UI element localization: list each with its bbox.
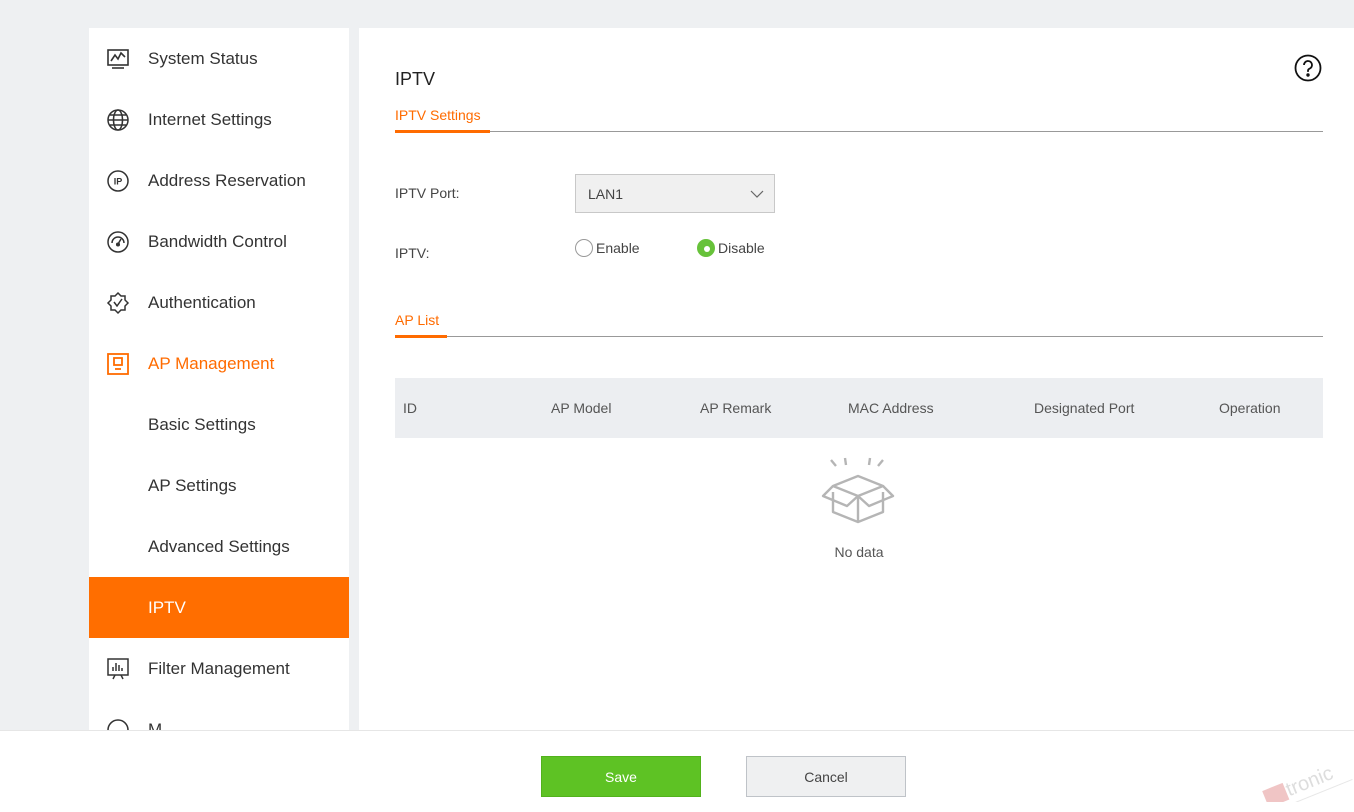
sidebar-item-label: Filter Management	[148, 658, 290, 678]
column-designated-port: Designated Port	[1034, 400, 1135, 416]
footer-bar: Save Cancel	[0, 730, 1354, 812]
column-operation: Operation	[1219, 400, 1281, 416]
cancel-button[interactable]: Cancel	[746, 756, 906, 797]
sidebar-item-advanced-settings[interactable]: Advanced Settings	[89, 516, 349, 577]
sidebar-item-label: Basic Settings	[148, 414, 256, 434]
sidebar-item-label: Address Reservation	[148, 170, 306, 190]
column-mac-address: MAC Address	[848, 400, 934, 416]
question-circle-icon[interactable]	[1294, 54, 1322, 82]
iptv-disable-radio[interactable]: Disable	[697, 239, 765, 257]
chevron-down-icon	[750, 190, 764, 198]
ap-list-active-indicator	[395, 335, 447, 338]
enable-label: Enable	[596, 240, 640, 256]
sidebar-item-filter-management[interactable]: Filter Management	[89, 638, 349, 699]
empty-box-icon	[821, 457, 895, 524]
sidebar-item-label: Authentication	[148, 292, 256, 312]
column-ap-remark: AP Remark	[700, 400, 772, 416]
radio-checked-icon	[697, 239, 715, 257]
sidebar-item-system-status[interactable]: System Status	[89, 28, 349, 89]
watermark-logo: tronic	[1262, 762, 1353, 802]
sidebar-item-more[interactable]: M...	[89, 699, 349, 730]
sidebar-item-label: System Status	[148, 48, 258, 68]
svg-text:IP: IP	[114, 176, 123, 186]
sidebar-item-label: IPTV	[148, 597, 186, 617]
sidebar-item-iptv[interactable]: IPTV	[89, 577, 349, 638]
sidebar-item-label: Internet Settings	[148, 109, 272, 129]
iptv-port-label: IPTV Port:	[395, 185, 460, 201]
iptv-label: IPTV:	[395, 245, 430, 261]
sidebar-item-ap-management[interactable]: AP Management	[89, 333, 349, 394]
sidebar-nav: System Status Internet Settings IP Addre…	[89, 28, 349, 730]
save-button[interactable]: Save	[541, 756, 701, 797]
disable-label: Disable	[718, 240, 765, 256]
sidebar-item-label: Advanced Settings	[148, 536, 290, 556]
shield-check-icon	[106, 291, 130, 315]
ap-table-header: ID AP Model AP Remark MAC Address Design…	[395, 378, 1323, 438]
sidebar-item-label: M...	[148, 719, 177, 731]
sidebar-item-authentication[interactable]: Authentication	[89, 272, 349, 333]
main-panel: IPTV IPTV Settings IPTV Port: LAN1 IPTV:…	[359, 28, 1354, 730]
gauge-icon	[106, 230, 130, 254]
column-id: ID	[403, 400, 417, 416]
monitor-chart-icon	[106, 47, 130, 71]
sidebar-item-address-reservation[interactable]: IP Address Reservation	[89, 150, 349, 211]
sidebar-item-label: AP Settings	[148, 475, 237, 495]
watermark-text: tronic	[1283, 762, 1337, 801]
ap-list-divider	[395, 336, 1323, 337]
iptv-enable-radio[interactable]: Enable	[575, 239, 640, 257]
page-title: IPTV	[395, 69, 436, 89]
bar-chart-board-icon	[106, 657, 130, 681]
tab-iptv-settings[interactable]: IPTV Settings	[395, 107, 481, 123]
sidebar-item-label: Bandwidth Control	[148, 231, 287, 251]
radio-unchecked-icon	[575, 239, 593, 257]
sidebar-item-internet-settings[interactable]: Internet Settings	[89, 89, 349, 150]
tab-ap-list[interactable]: AP List	[395, 312, 439, 328]
sidebar-item-ap-settings[interactable]: AP Settings	[89, 455, 349, 516]
empty-state-text: No data	[834, 544, 884, 560]
sidebar-item-label: AP Management	[148, 353, 275, 373]
tab-divider	[395, 131, 1323, 132]
column-ap-model: AP Model	[551, 400, 612, 416]
iptv-port-select[interactable]: LAN1	[575, 174, 775, 213]
ip-icon: IP	[106, 169, 130, 193]
tab-active-indicator	[395, 130, 490, 133]
ap-device-icon	[106, 352, 130, 376]
circle-icon	[106, 718, 130, 730]
iptv-port-value: LAN1	[588, 185, 624, 202]
globe-icon	[106, 108, 130, 132]
sidebar-item-basic-settings[interactable]: Basic Settings	[89, 394, 349, 455]
sidebar-item-bandwidth-control[interactable]: Bandwidth Control	[89, 211, 349, 272]
